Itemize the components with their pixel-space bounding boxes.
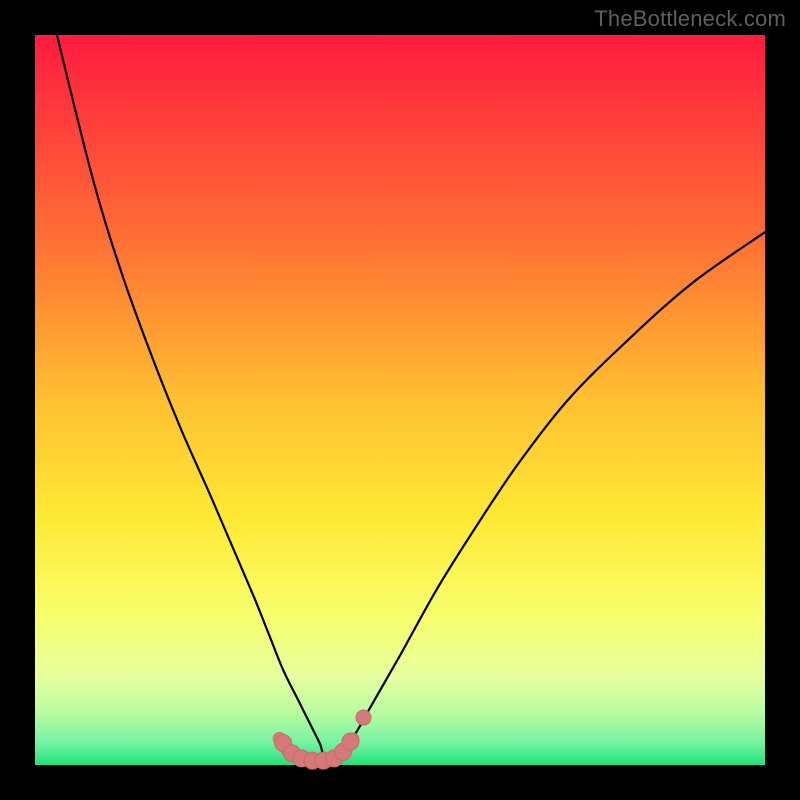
marker-dot (342, 733, 359, 750)
watermark-text: TheBottleneck.com (594, 6, 786, 32)
marker-dot (356, 710, 371, 725)
chart-svg (0, 0, 800, 800)
chart-frame: { "watermark": "TheBottleneck.com", "col… (0, 0, 800, 800)
